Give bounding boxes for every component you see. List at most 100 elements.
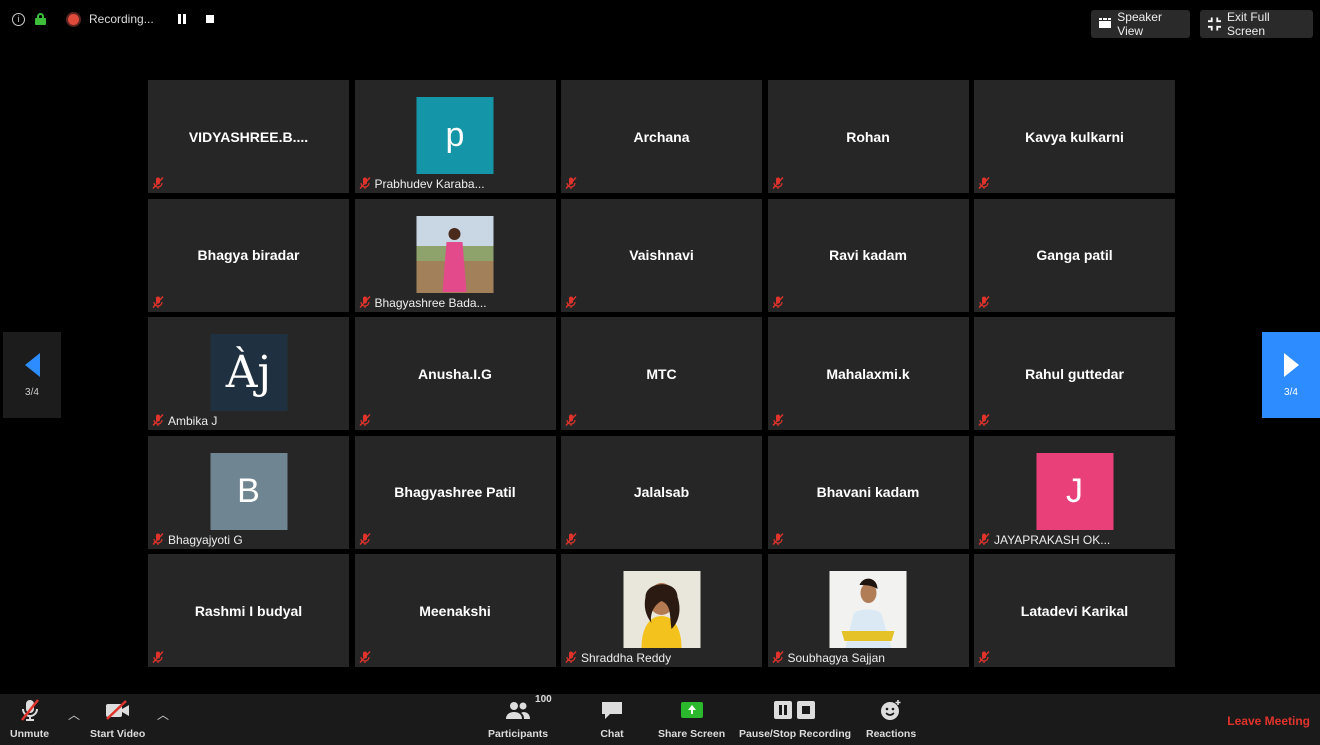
previous-page-label: 3/4 xyxy=(25,386,39,398)
muted-mic-icon xyxy=(565,177,577,189)
participant-tile[interactable]: Bhavani kadam xyxy=(767,435,969,549)
muted-mic-icon xyxy=(771,651,784,663)
participant-tile[interactable]: p Prabhudev Karaba... xyxy=(354,80,556,193)
pause-stop-recording-label: Pause/Stop Recording xyxy=(739,728,852,740)
participant-tile[interactable]: Shraddha Reddy xyxy=(561,554,762,667)
video-options-caret-icon[interactable]: ︿ xyxy=(157,706,169,723)
chat-icon xyxy=(600,698,624,722)
pause-stop-recording-button[interactable]: Pause/Stop Recording xyxy=(739,698,851,740)
chat-label: Chat xyxy=(600,728,624,740)
participant-tile[interactable]: Rashmi I budyal xyxy=(148,554,349,667)
meeting-top-bar: i Recording... Speaker View Exit Full Sc… xyxy=(0,0,1320,48)
pause-recording-icon[interactable] xyxy=(177,14,188,24)
muted-mic-icon xyxy=(771,295,784,308)
muted-mic-icon xyxy=(358,532,371,545)
next-page-label: 3/4 xyxy=(1284,386,1298,398)
participant-avatar: p xyxy=(416,97,494,174)
arrow-right-icon xyxy=(1283,352,1299,377)
next-page-button[interactable]: 3/4 xyxy=(1262,332,1320,418)
participants-label: Participants xyxy=(488,728,549,740)
participant-avatar: J xyxy=(1036,452,1113,530)
participant-name: Bhagya biradar xyxy=(197,247,300,263)
participant-name: Archana xyxy=(633,128,690,145)
speaker-view-button[interactable]: Speaker View xyxy=(1091,10,1190,38)
arrow-left-icon xyxy=(24,352,40,377)
start-video-label: Start Video xyxy=(90,728,146,740)
exit-fullscreen-button[interactable]: Exit Full Screen xyxy=(1200,10,1313,38)
muted-mic-icon xyxy=(565,414,577,426)
participant-name: Bhagyajyoti G xyxy=(168,532,243,547)
participant-name: Kavya kulkarni xyxy=(1025,128,1124,145)
participant-name: Shraddha Reddy xyxy=(581,651,672,665)
leave-meeting-button[interactable]: Leave Meeting xyxy=(1227,714,1310,728)
participant-tile[interactable]: Àj Ambika J xyxy=(148,317,349,430)
participant-photo xyxy=(829,571,907,648)
stop-recording-icon[interactable] xyxy=(205,15,214,23)
participant-name: Bhavani kadam xyxy=(816,484,920,500)
participant-name: JAYAPRAKASH OK... xyxy=(994,532,1111,547)
muted-mic-icon xyxy=(358,177,371,189)
participant-tile[interactable]: Bhagya biradar xyxy=(148,198,349,312)
participant-name: Ambika J xyxy=(168,414,218,428)
share-screen-button[interactable]: Share Screen xyxy=(658,698,725,740)
previous-page-button[interactable]: 3/4 xyxy=(3,332,61,418)
muted-mic-icon xyxy=(565,295,577,308)
reactions-button[interactable]: Reactions xyxy=(866,698,916,740)
exit-fullscreen-label: Exit Full Screen xyxy=(1227,10,1270,38)
participant-name: Rahul guttedar xyxy=(1025,365,1124,382)
muted-mic-icon xyxy=(358,414,371,426)
muted-mic-icon xyxy=(978,295,990,308)
muted-mic-icon xyxy=(771,414,784,426)
participant-tile[interactable]: Kavya kulkarni xyxy=(974,80,1175,193)
meeting-toolbar: Unmute ︿ Start Video ︿ 100 Participants … xyxy=(0,694,1320,745)
start-video-button[interactable]: Start Video xyxy=(90,698,145,740)
participant-name: Anusha.I.G xyxy=(418,365,492,382)
participant-tile[interactable]: Rohan xyxy=(767,80,969,193)
muted-mic-icon xyxy=(152,532,164,545)
participants-icon: 100 xyxy=(505,694,552,722)
participant-tile[interactable]: Latadevi Karikal xyxy=(974,554,1175,667)
participant-name: Jalalsab xyxy=(633,484,690,500)
participant-tile[interactable]: Ravi kadam xyxy=(767,198,969,312)
participant-tile[interactable]: MTC xyxy=(561,317,762,430)
exit-fullscreen-icon xyxy=(1208,17,1221,31)
share-screen-label: Share Screen xyxy=(658,728,726,740)
info-icon[interactable]: i xyxy=(12,12,25,26)
reactions-label: Reactions xyxy=(866,728,917,740)
muted-mic-icon xyxy=(978,651,990,663)
muted-mic-icon xyxy=(152,414,164,426)
participant-name: MTC xyxy=(646,365,677,382)
participant-name: Rashmi I budyal xyxy=(194,602,303,619)
participant-name: Vaishnavi xyxy=(629,247,694,263)
participant-name: Mahalaxmi.k xyxy=(826,365,910,382)
participant-tile[interactable]: Meenakshi xyxy=(354,554,556,667)
lock-icon[interactable] xyxy=(35,13,46,25)
participant-tile[interactable]: Jalalsab xyxy=(561,435,762,549)
muted-mic-icon xyxy=(565,651,577,663)
participant-tile[interactable]: J JAYAPRAKASH OK... xyxy=(974,435,1175,549)
participant-tile[interactable]: Soubhagya Sajjan xyxy=(767,554,969,667)
participant-tile[interactable]: Mahalaxmi.k xyxy=(767,317,969,430)
participant-tile[interactable]: Vaishnavi xyxy=(561,198,762,312)
video-off-icon xyxy=(104,698,132,722)
muted-mic-icon xyxy=(358,295,371,308)
muted-mic-icon xyxy=(565,532,577,545)
muted-mic-icon xyxy=(152,295,164,308)
participants-button[interactable]: 100 Participants xyxy=(488,694,552,740)
speaker-view-label: Speaker View xyxy=(1117,10,1162,38)
recording-status-text: Recording... xyxy=(89,12,154,26)
chat-button[interactable]: Chat xyxy=(600,698,624,740)
participant-name: Rohan xyxy=(846,128,890,145)
participant-tile[interactable]: Bhagyashree Bada... xyxy=(354,198,556,312)
unmute-label: Unmute xyxy=(10,728,50,740)
participant-tile[interactable]: B Bhagyajyoti G xyxy=(148,435,349,549)
participant-tile[interactable]: Archana xyxy=(561,80,762,193)
participant-tile[interactable]: Anusha.I.G xyxy=(354,317,556,430)
participant-tile[interactable]: Bhagyashree Patil xyxy=(354,435,556,549)
participant-tile[interactable]: Rahul guttedar xyxy=(974,317,1175,430)
unmute-button[interactable]: Unmute xyxy=(10,698,49,740)
participant-name: Bhagyashree Patil xyxy=(394,484,516,500)
audio-options-caret-icon[interactable]: ︿ xyxy=(68,706,80,723)
participant-tile[interactable]: Ganga patil xyxy=(974,198,1175,312)
participant-tile[interactable]: VIDYASHREE.B.... xyxy=(148,80,349,193)
